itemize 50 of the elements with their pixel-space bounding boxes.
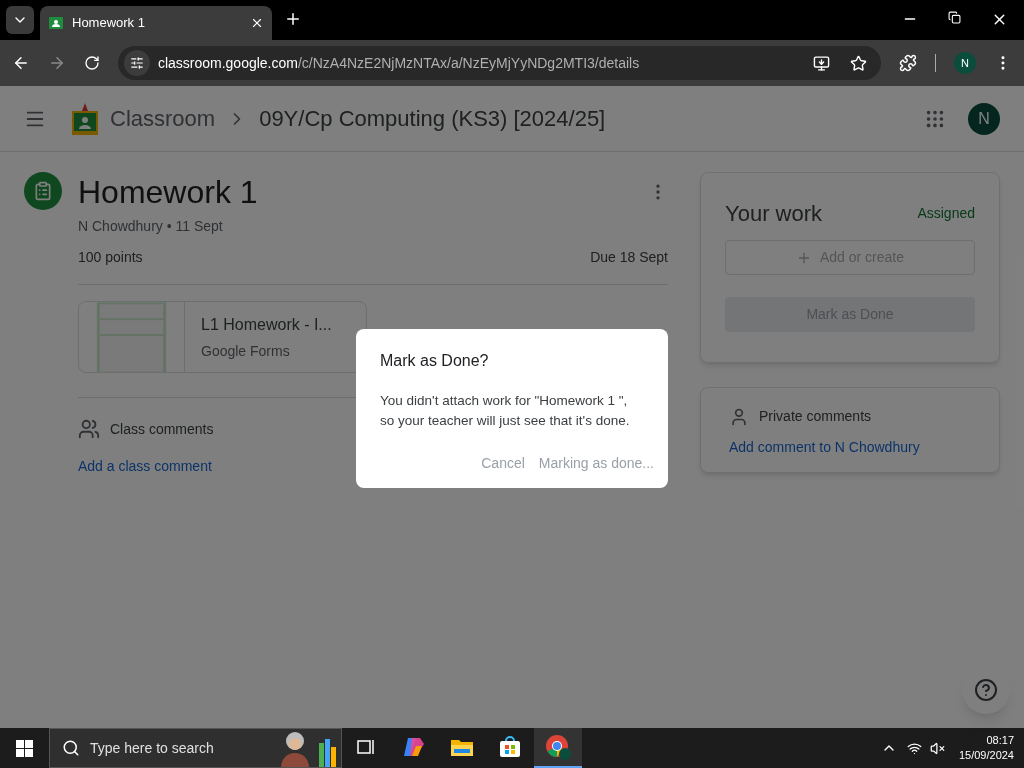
profile-avatar[interactable]: N [954, 52, 977, 74]
tab-title: Homework 1 [72, 14, 146, 33]
restore-icon[interactable] [948, 11, 961, 24]
account-avatar[interactable]: N [968, 102, 1000, 135]
class-comments-label: Class comments [110, 419, 214, 439]
assignment-icon [24, 172, 62, 210]
classroom-logo-icon[interactable] [72, 102, 98, 135]
your-work-title: Your work [725, 200, 822, 228]
muted-speaker-icon[interactable] [929, 740, 945, 756]
attachment-type: Google Forms [201, 341, 291, 361]
tab-list-button[interactable] [6, 6, 34, 34]
assignment-title: Homework 1 [78, 173, 258, 212]
help-icon [974, 678, 998, 702]
browser-icon [545, 734, 571, 760]
points-text: 100 points [78, 248, 143, 267]
install-icon[interactable] [813, 54, 831, 72]
assignment-meta: N Chowdhury • 11 Sept [78, 217, 224, 236]
swirl-icon [402, 736, 426, 758]
extensions-icon[interactable] [899, 54, 918, 72]
search-placeholder: Type here to search [90, 738, 215, 758]
private-comments-label: Private comments [759, 407, 872, 426]
attachment-card[interactable]: L1 Homework - I... Google Forms [78, 301, 367, 373]
taskbar-search-field[interactable]: Type here to search [49, 728, 342, 768]
task-view-icon [356, 738, 376, 756]
dialog-title: Mark as Done? [380, 351, 490, 371]
add-private-comment-link[interactable]: Add comment to N Chowdhury [729, 437, 971, 458]
brand-name[interactable]: Classroom [110, 102, 216, 135]
reload-icon[interactable] [83, 55, 100, 71]
class-name[interactable]: 09Y/Cp Computing (KS3) [2024/25] [259, 102, 606, 135]
clock[interactable]: 08:17 15/09/2024 [958, 733, 1024, 763]
site-settings-icon[interactable] [123, 50, 150, 76]
browser-tab[interactable]: Homework 1 [40, 6, 272, 40]
search-icon [62, 739, 80, 757]
network-icon[interactable] [906, 740, 922, 756]
due-date: Due 18 Sept [590, 248, 668, 267]
address-bar[interactable]: classroom.google.com/c/NzA4NzE2NjMzNTAx/a/NzEyMjYyNDg2MTI3/details [117, 46, 882, 80]
bookmark-icon[interactable] [850, 54, 868, 72]
person-icon [729, 406, 749, 427]
status-text: Assigned [917, 204, 975, 223]
windows-start-icon[interactable] [16, 739, 33, 757]
dialog-message: You didn't attach work for "Homework 1 ", so your teacher will just see that it's done. [380, 392, 631, 430]
close-icon[interactable] [250, 16, 264, 30]
back-icon[interactable] [12, 54, 30, 72]
people-icon [78, 418, 100, 440]
folder-icon [450, 737, 474, 757]
classroom-icon [48, 15, 64, 31]
attachment-title: L1 Homework - I... [201, 314, 332, 335]
url-text: classroom.google.com/c/NzA4NzE2NjMzNTAx/a/NzEyMjYyNDg2MTI3/details [157, 53, 641, 73]
new-tab-icon[interactable] [284, 10, 302, 28]
shopping-bag-icon [498, 735, 522, 759]
